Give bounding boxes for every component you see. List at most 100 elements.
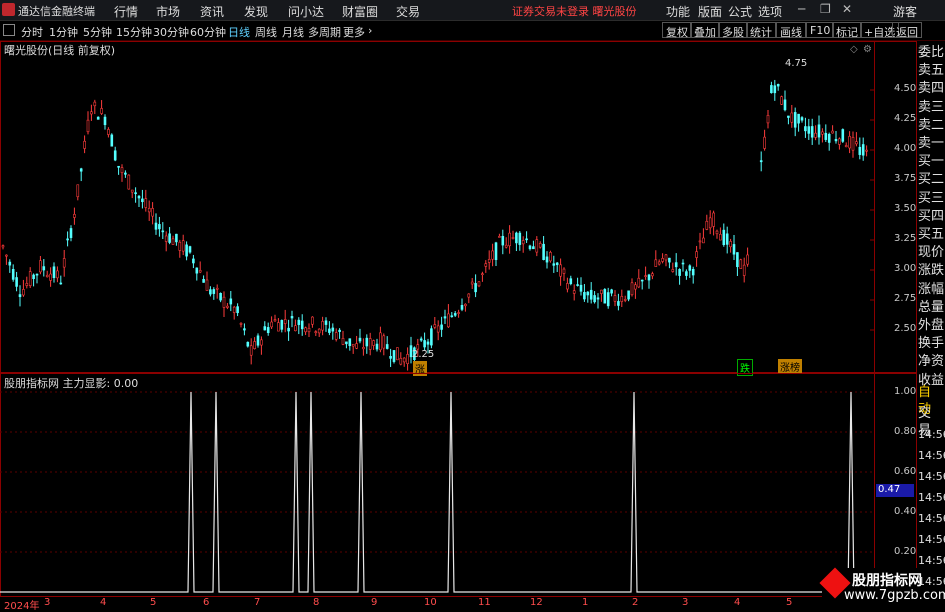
menu-item-exchange[interactable]: 市场 <box>156 3 180 20</box>
indicator-tick: 0.20 <box>894 546 917 557</box>
period-tab-active[interactable]: 日线 <box>228 24 250 40</box>
candle-body <box>610 289 613 294</box>
candle-body <box>722 229 726 246</box>
restore-icon[interactable]: ❐ <box>820 2 831 16</box>
user-guest[interactable]: 游客 <box>893 3 917 20</box>
toolbar-button[interactable]: 多股 <box>718 22 748 39</box>
candle-body <box>793 112 797 128</box>
candle-body <box>494 242 498 260</box>
period-tab[interactable]: 30分钟 <box>153 24 189 40</box>
panel-toggle-icon[interactable] <box>3 24 15 36</box>
candle-body <box>345 341 348 345</box>
candle-body <box>175 233 178 243</box>
candle-body <box>651 273 654 277</box>
quote-label: 现价 <box>918 245 945 261</box>
period-tab[interactable]: 15分钟 <box>116 24 152 40</box>
candle-body <box>630 282 634 296</box>
period-tab[interactable]: 多周期 <box>308 24 341 40</box>
candle-body <box>35 273 39 276</box>
candle-body <box>372 340 375 346</box>
menu-function[interactable]: 功能 <box>666 3 690 20</box>
candle-body <box>277 322 280 332</box>
period-tab[interactable]: 周线 <box>255 24 277 40</box>
menu-item-trade[interactable]: 交易 <box>396 3 420 20</box>
quote-label: 涨幅 <box>918 281 945 297</box>
candle-body <box>484 263 488 267</box>
menu-item-wealth[interactable]: 财富圈 <box>342 3 378 20</box>
period-tab[interactable]: 60分钟 <box>190 24 226 40</box>
candle-body <box>708 217 712 229</box>
menu-item-discover[interactable]: 发现 <box>244 3 268 20</box>
candle-body <box>219 292 222 301</box>
toolbar-button[interactable]: 标记 <box>832 22 862 39</box>
period-tab[interactable]: 5分钟 <box>83 24 112 40</box>
period-toolbar: 分时 1分钟 5分钟 15分钟 30分钟 60分钟 日线 周线 月线 多周期 更… <box>0 21 945 41</box>
menu-options[interactable]: 选项 <box>758 3 782 20</box>
toolbar-button[interactable]: 统计 <box>746 22 776 39</box>
candle-body <box>596 297 600 300</box>
candle-body <box>226 305 229 308</box>
candle-body <box>25 283 29 286</box>
login-status: 证券交易未登录 曙光股份 <box>512 5 637 18</box>
candle-body <box>491 250 494 260</box>
candle-body <box>195 267 199 274</box>
settings-icon[interactable]: ⚙ <box>863 44 872 55</box>
x-axis-label: 7 <box>254 597 261 608</box>
menu-layout[interactable]: 版面 <box>698 3 722 20</box>
candle-body <box>770 85 773 94</box>
candle-body <box>705 220 709 230</box>
toolbar-button[interactable]: 复权 <box>662 22 692 39</box>
menu-formula[interactable]: 公式 <box>728 3 752 20</box>
candle-body <box>804 126 807 132</box>
candle-body <box>817 124 821 138</box>
close-icon[interactable]: ✕ <box>842 2 852 16</box>
period-tab-more[interactable]: 更多 <box>343 24 365 40</box>
candle-body <box>824 132 828 140</box>
candle-body <box>810 126 814 138</box>
trade-time: 14:56 <box>918 512 945 525</box>
x-axis-label: 11 <box>478 597 491 608</box>
toolbar-button[interactable]: 画线 <box>776 22 806 39</box>
candle-body <box>253 341 256 349</box>
menu-item-ask[interactable]: 问小达 <box>288 3 324 20</box>
candle-body <box>117 165 120 168</box>
toolbar-button[interactable]: 返回 <box>892 22 922 39</box>
candle-body <box>382 335 386 349</box>
candle-body <box>178 241 182 251</box>
x-axis-label: 8 <box>313 597 320 608</box>
toolbar-button[interactable]: F10 <box>806 22 835 38</box>
candle-body <box>525 238 528 241</box>
candle-body <box>11 269 15 280</box>
diamond-icon[interactable]: ◇ <box>850 44 858 55</box>
candle-body <box>572 290 576 294</box>
period-tab[interactable]: 月线 <box>282 24 304 40</box>
candle-body <box>834 139 838 142</box>
candle-body <box>440 324 443 330</box>
candle-body <box>447 313 450 328</box>
quote-label: 买五 <box>918 227 945 242</box>
candle-body <box>654 259 658 267</box>
menu-bar: 通达信金融终端 行情 市场 资讯 发现 问小达 财富圈 交易 证券交易未登录 曙… <box>0 0 945 21</box>
candle-body <box>49 273 52 281</box>
period-tab[interactable]: 1分钟 <box>49 24 78 40</box>
candle-body <box>134 192 137 195</box>
candle-body <box>746 254 749 265</box>
x-axis-label: 1 <box>582 597 589 608</box>
candle-body <box>457 312 460 314</box>
candle-body <box>222 296 226 308</box>
candle-body <box>861 144 865 156</box>
candle-body <box>79 168 83 172</box>
toolbar-button[interactable]: 叠加 <box>690 22 720 39</box>
candle-body <box>110 134 114 147</box>
candle-body <box>317 328 321 334</box>
candle-body <box>294 325 297 332</box>
menu-item-market[interactable]: 行情 <box>114 3 138 20</box>
chevron-right-icon[interactable]: › <box>368 24 372 37</box>
period-tab[interactable]: 分时 <box>21 24 43 40</box>
minimize-icon[interactable]: ─ <box>798 2 805 16</box>
menu-item-news[interactable]: 资讯 <box>200 3 224 20</box>
indicator-line <box>0 391 874 593</box>
candle-body <box>365 337 369 347</box>
candle-body <box>280 320 284 330</box>
candle-body <box>144 198 148 208</box>
